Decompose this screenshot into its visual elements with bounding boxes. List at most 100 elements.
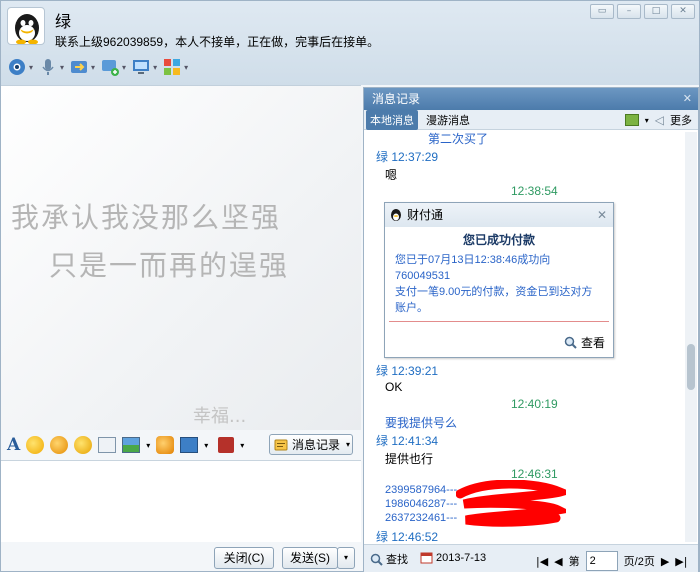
payment-card-title: 财付通 [407, 208, 444, 222]
history-tabs: 本地消息 漫游消息 ▾ ◁ 更多 [364, 109, 698, 130]
history-sender: 绿 12:37:29 [376, 150, 439, 164]
maximize-icon[interactable]: □ [644, 4, 668, 19]
payment-body-line: 账户。 [395, 302, 428, 314]
voice-button[interactable]: ▾ [38, 57, 64, 77]
background-text: 我承认我没那么坚强 [11, 201, 282, 234]
skin-icon[interactable]: ▭ [590, 4, 614, 19]
history-line: 1986046287--- [385, 498, 458, 510]
history-line: 要我提供号么 [385, 416, 458, 430]
history-line: 2637232461--- [385, 512, 458, 524]
red-redaction-scribble [456, 480, 566, 527]
file-transfer-icon [71, 61, 88, 73]
background-text: 只是一而再的逞强 [49, 249, 290, 282]
file-transfer-button[interactable]: ▾ [69, 57, 95, 77]
chevron-down-icon[interactable]: ▾ [60, 63, 64, 72]
shake-icon[interactable] [74, 436, 93, 454]
magic-emoji-icon[interactable] [50, 436, 69, 454]
pagination: |◀ ◀ 第 2 页/2页 ▶ ▶| [536, 551, 687, 571]
webcam-button[interactable]: ▾ [7, 57, 33, 77]
history-time: 12:40:19 [511, 397, 558, 411]
message-history-panel: 消息记录 ✕ 本地消息 漫游消息 ▾ ◁ 更多 第二次买了 绿 12:37:29… [363, 87, 699, 572]
emoji-icon[interactable] [26, 436, 45, 454]
send-button[interactable]: 发送(S) [282, 547, 338, 569]
scroll-thumb[interactable] [687, 344, 695, 390]
chevron-down-icon[interactable]: ▾ [240, 441, 244, 450]
contact-name: 绿 [55, 12, 72, 31]
payment-body-line: 您已于07月13日12:38:46成功向760049531 [395, 254, 551, 282]
history-line: 嗯 [385, 168, 398, 182]
background-text: 幸福... [193, 406, 247, 427]
font-icon[interactable]: A [7, 435, 20, 455]
image-icon[interactable] [122, 437, 141, 453]
chevron-down-icon[interactable]: ▾ [204, 441, 208, 450]
close-button[interactable]: 关闭(C) [214, 547, 274, 569]
find-button[interactable]: 查找 [370, 551, 408, 567]
chat-window: 绿 联系上级962039859，本人不接单，正在做，完事后在接单。 ▭ – □ … [0, 0, 700, 572]
history-tools: ▾ ◁ 更多 [624, 112, 692, 128]
history-scrollbar[interactable] [685, 132, 697, 542]
send-options-button[interactable]: ▾ [337, 547, 355, 569]
tab-local[interactable]: 本地消息 [366, 109, 418, 130]
screen-share-icon [102, 60, 120, 76]
webcam-icon [9, 59, 25, 75]
payment-card[interactable]: 财付通 ✕ 您已成功付款 您已于07月13日12:38:46成功向7600495… [384, 202, 614, 358]
gift-icon[interactable] [218, 437, 235, 453]
chevron-down-icon[interactable]: ▾ [122, 63, 126, 72]
history-time: 12:46:31 [511, 467, 558, 481]
apps-button[interactable]: ▾ [162, 57, 188, 77]
search-icon [370, 553, 383, 566]
date-picker[interactable]: 2013-7-13 [420, 551, 486, 564]
penguin-icon [391, 209, 401, 221]
screen-capture-icon[interactable] [180, 437, 199, 453]
chat-display[interactable]: 我承认我没那么坚强 只是一而再的逞强 幸福... [1, 85, 361, 430]
remote-desktop-button[interactable]: ▾ [131, 57, 157, 77]
close-history-icon[interactable]: ✕ [683, 88, 692, 110]
message-input[interactable] [1, 460, 361, 542]
page-total: 页/2页 [623, 556, 655, 568]
message-record-label: 消息记录 [292, 438, 341, 452]
history-line: 2399587964--- [385, 484, 458, 496]
more-label[interactable]: 更多 [670, 112, 692, 128]
message-record-icon [274, 439, 288, 450]
tab-roaming[interactable]: 漫游消息 [422, 110, 474, 130]
chevron-down-icon[interactable]: ▾ [184, 63, 188, 72]
chevron-down-icon[interactable]: ▾ [153, 63, 157, 72]
next-page-icon[interactable]: ▶ [661, 555, 669, 568]
payment-body: 您已于07月13日12:38:46成功向760049531 支付一笔9.00元的… [385, 248, 613, 320]
remote-desktop-icon [133, 60, 150, 74]
page-number-input[interactable]: 2 [585, 551, 618, 571]
view-button[interactable]: 查看 [564, 334, 605, 351]
chevron-down-icon[interactable]: ▾ [645, 116, 649, 125]
avatar[interactable] [7, 7, 45, 45]
history-header: 消息记录 ✕ [364, 88, 698, 110]
chevron-down-icon[interactable]: ▾ [29, 63, 33, 72]
page-prefix: 第 [568, 556, 580, 568]
speaker-icon[interactable]: ◁ [655, 113, 664, 127]
divider [389, 321, 609, 322]
manager-icon[interactable] [624, 114, 639, 126]
payment-headline: 您已成功付款 [462, 233, 535, 247]
screenshot-icon[interactable] [98, 437, 117, 453]
history-sender: 绿 12:39:21 [376, 364, 439, 378]
prev-page-icon[interactable]: ◀ [554, 555, 562, 568]
history-line: 提供也行 [385, 452, 434, 466]
message-record-button[interactable]: 消息记录 ▾ [269, 434, 353, 455]
contact-signature: 联系上级962039859，本人不接单，正在做，完事后在接单。 [55, 35, 380, 49]
close-icon[interactable]: ✕ [597, 203, 607, 227]
payment-card-header: 财付通 ✕ [385, 203, 613, 227]
find-label: 查找 [386, 554, 408, 566]
window-controls: ▭ – □ ✕ [590, 4, 695, 19]
history-sender: 绿 12:46:52 [376, 530, 439, 544]
apps-icon [164, 59, 181, 75]
last-page-icon[interactable]: ▶| [675, 555, 687, 568]
history-footer: 查找 2013-7-13 |◀ ◀ 第 2 页/2页 ▶ ▶| [364, 544, 698, 572]
screen-share-button[interactable]: ▾ [100, 57, 126, 77]
first-page-icon[interactable]: |◀ [536, 555, 548, 568]
chevron-down-icon[interactable]: ▾ [146, 441, 150, 450]
music-icon[interactable] [156, 436, 175, 454]
payment-body-line: 支付一笔9.00元的付款，资金已到达对方 [395, 286, 593, 298]
microphone-icon [42, 59, 54, 75]
chevron-down-icon[interactable]: ▾ [91, 63, 95, 72]
minimize-icon[interactable]: – [617, 4, 641, 19]
close-icon[interactable]: ✕ [671, 4, 695, 19]
